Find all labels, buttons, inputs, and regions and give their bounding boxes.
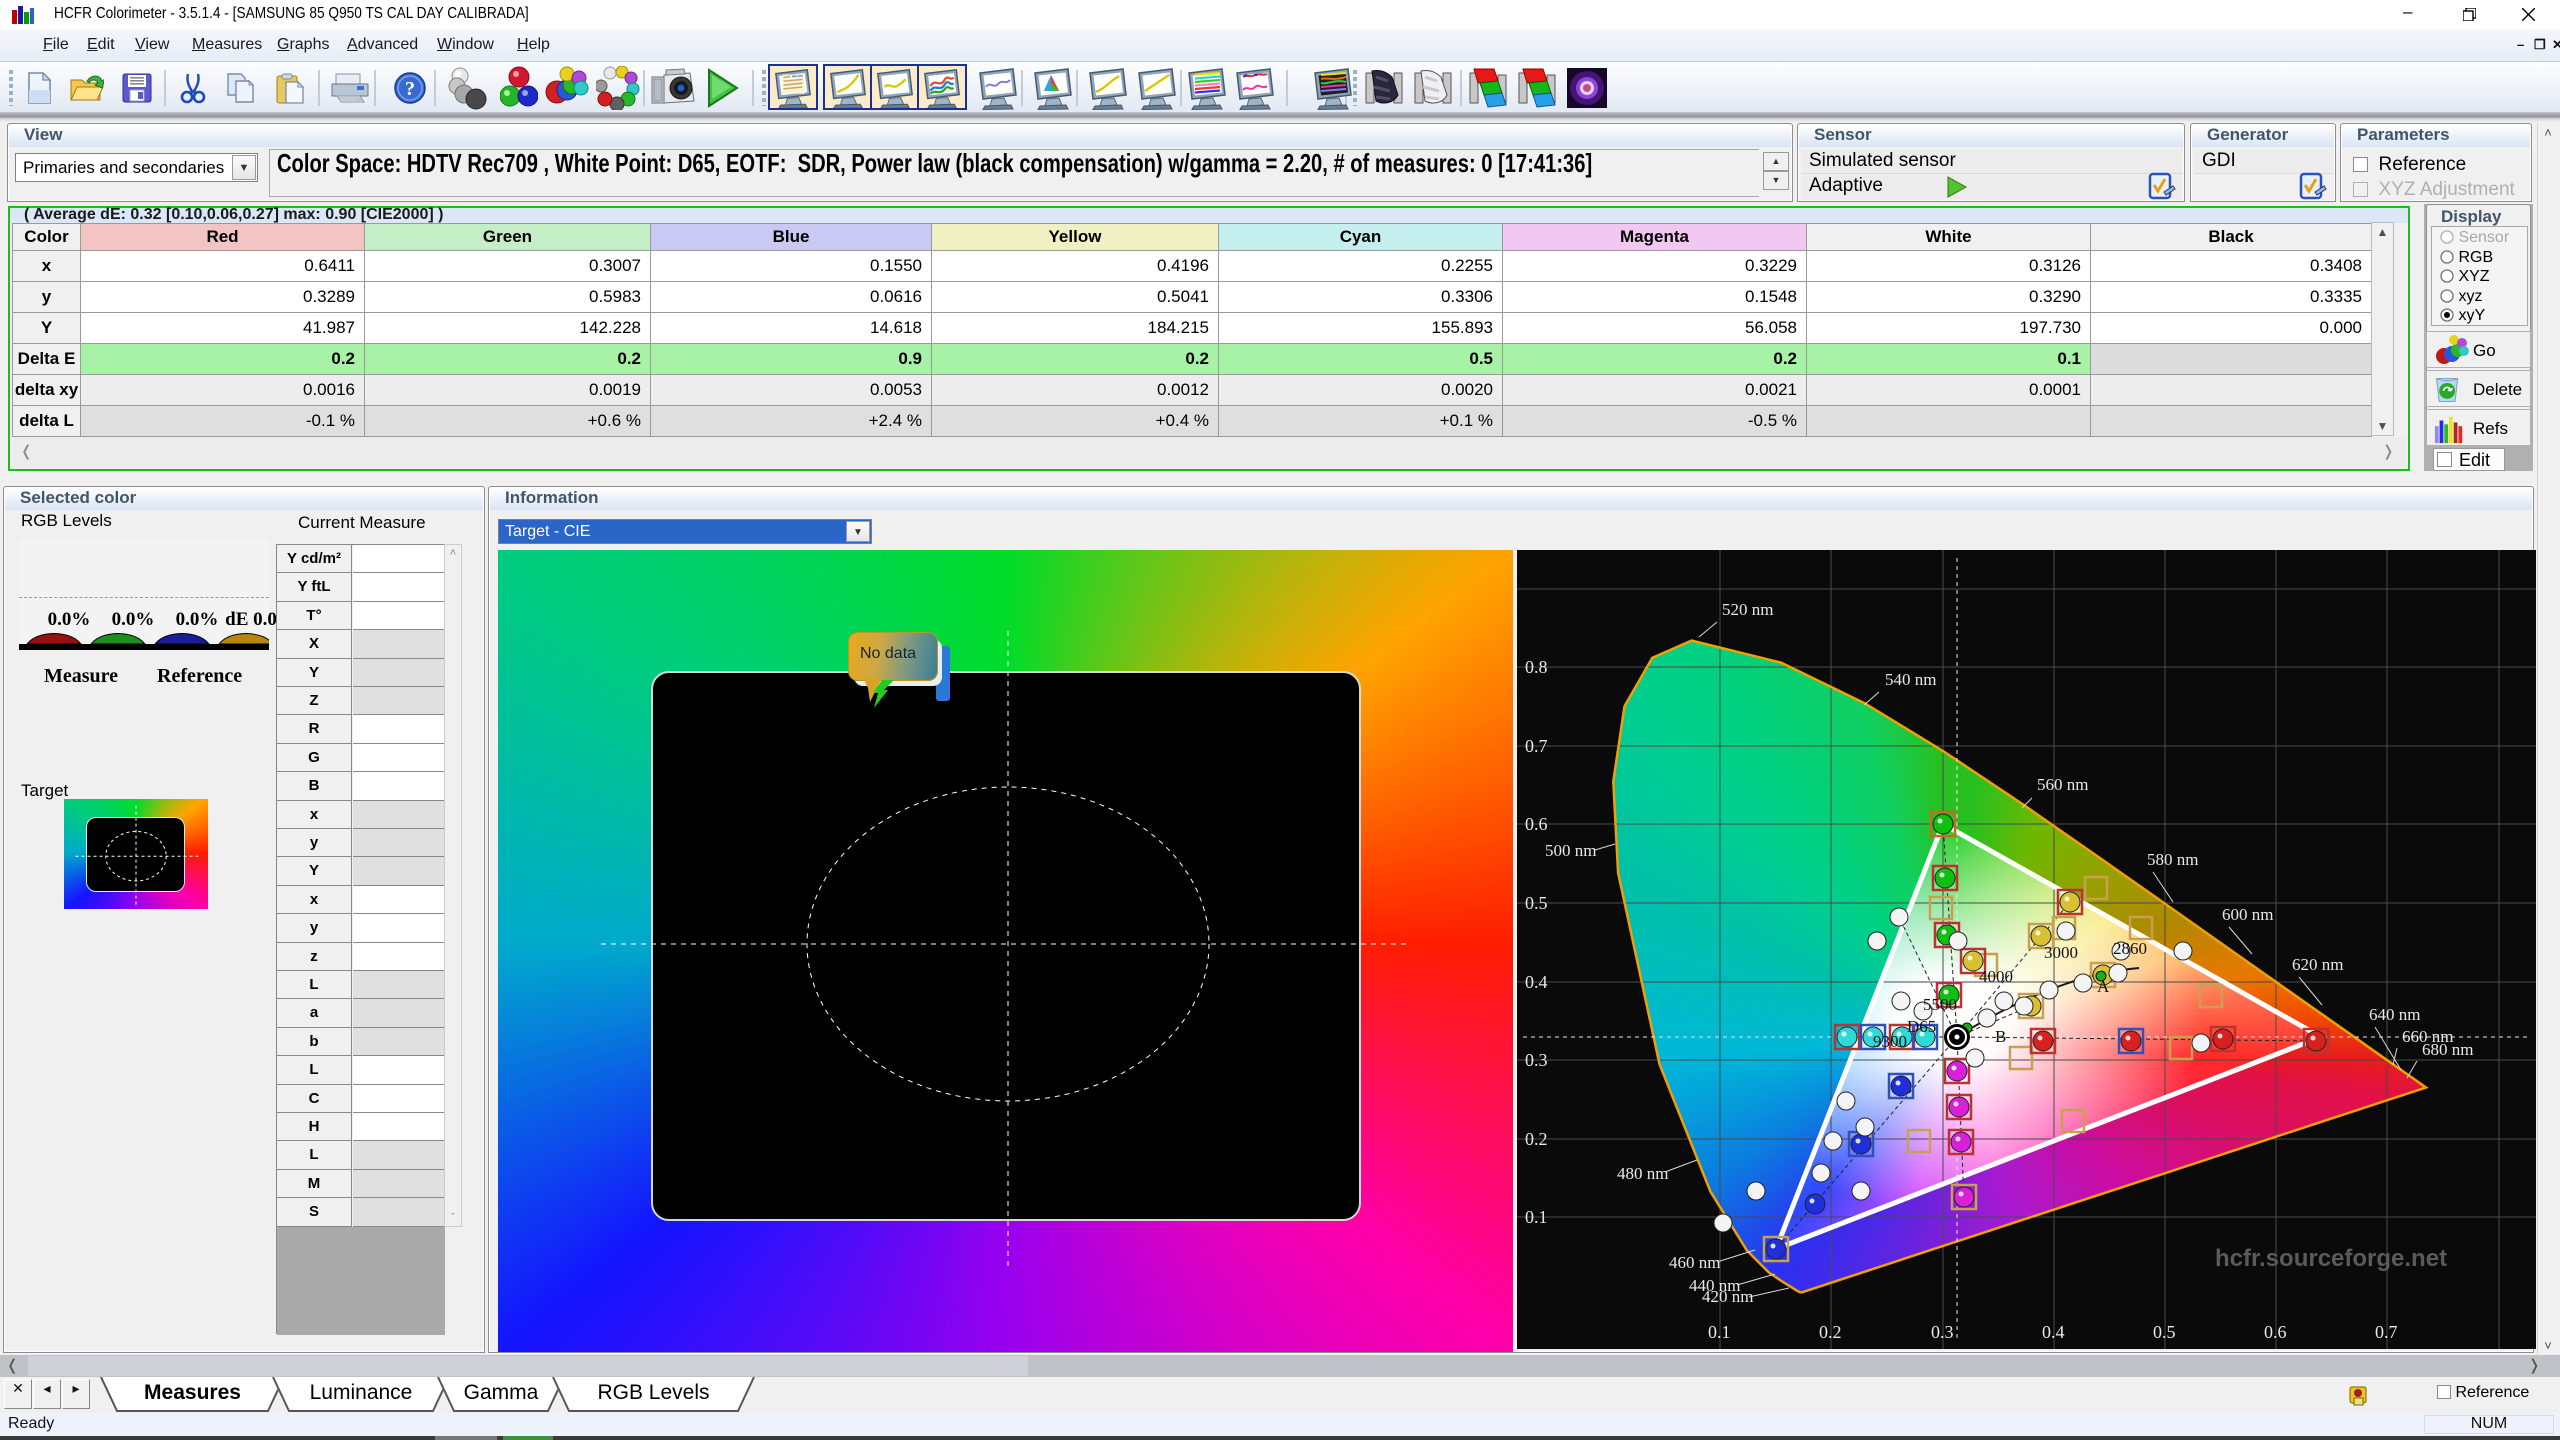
- svg-text:9300: 9300: [1873, 1032, 1907, 1051]
- svg-text:4000: 4000: [1979, 967, 2013, 986]
- svg-text:0.4: 0.4: [2042, 1322, 2065, 1342]
- svg-text:480 nm: 480 nm: [1617, 1164, 1668, 1183]
- svg-text:520 nm: 520 nm: [1722, 600, 1773, 619]
- svg-text:680 nm: 680 nm: [2422, 1040, 2473, 1059]
- svg-text:580 nm: 580 nm: [2147, 850, 2198, 869]
- svg-text:0.5: 0.5: [2153, 1322, 2176, 1342]
- svg-text:420 nm: 420 nm: [1702, 1287, 1753, 1306]
- svg-text:0.1: 0.1: [1525, 1207, 1548, 1227]
- svg-text:0.6: 0.6: [2264, 1322, 2287, 1342]
- svg-text:0.2: 0.2: [1525, 1129, 1548, 1149]
- svg-text:0.3: 0.3: [1931, 1322, 1954, 1342]
- svg-text:0.3: 0.3: [1525, 1050, 1548, 1070]
- svg-text:0.8: 0.8: [1525, 657, 1548, 677]
- svg-text:600 nm: 600 nm: [2222, 905, 2273, 924]
- svg-text:D65: D65: [1907, 1017, 1936, 1036]
- svg-text:5500: 5500: [1923, 995, 1957, 1014]
- svg-text:?: ?: [405, 78, 415, 100]
- svg-text:640 nm: 640 nm: [2369, 1005, 2420, 1024]
- svg-text:460 nm: 460 nm: [1669, 1253, 1720, 1272]
- svg-text:2860: 2860: [2113, 939, 2147, 958]
- svg-text:3000: 3000: [2044, 943, 2078, 962]
- svg-text:0.1: 0.1: [1708, 1322, 1731, 1342]
- svg-text:560 nm: 560 nm: [2037, 775, 2088, 794]
- svg-text:0.7: 0.7: [2375, 1322, 2398, 1342]
- svg-text:A: A: [2097, 977, 2110, 996]
- svg-text:0.7: 0.7: [1525, 736, 1548, 756]
- svg-text:B: B: [1995, 1027, 2006, 1046]
- svg-text:0.5: 0.5: [1525, 893, 1548, 913]
- svg-text:540 nm: 540 nm: [1885, 670, 1936, 689]
- svg-text:0.4: 0.4: [1525, 972, 1548, 992]
- svg-text:0.2: 0.2: [1819, 1322, 1842, 1342]
- svg-text:620 nm: 620 nm: [2292, 955, 2343, 974]
- svg-text:0.6: 0.6: [1525, 814, 1548, 834]
- svg-text:500 nm: 500 nm: [1545, 841, 1596, 860]
- svg-text:hcfr.sourceforge.net: hcfr.sourceforge.net: [2215, 1245, 2447, 1272]
